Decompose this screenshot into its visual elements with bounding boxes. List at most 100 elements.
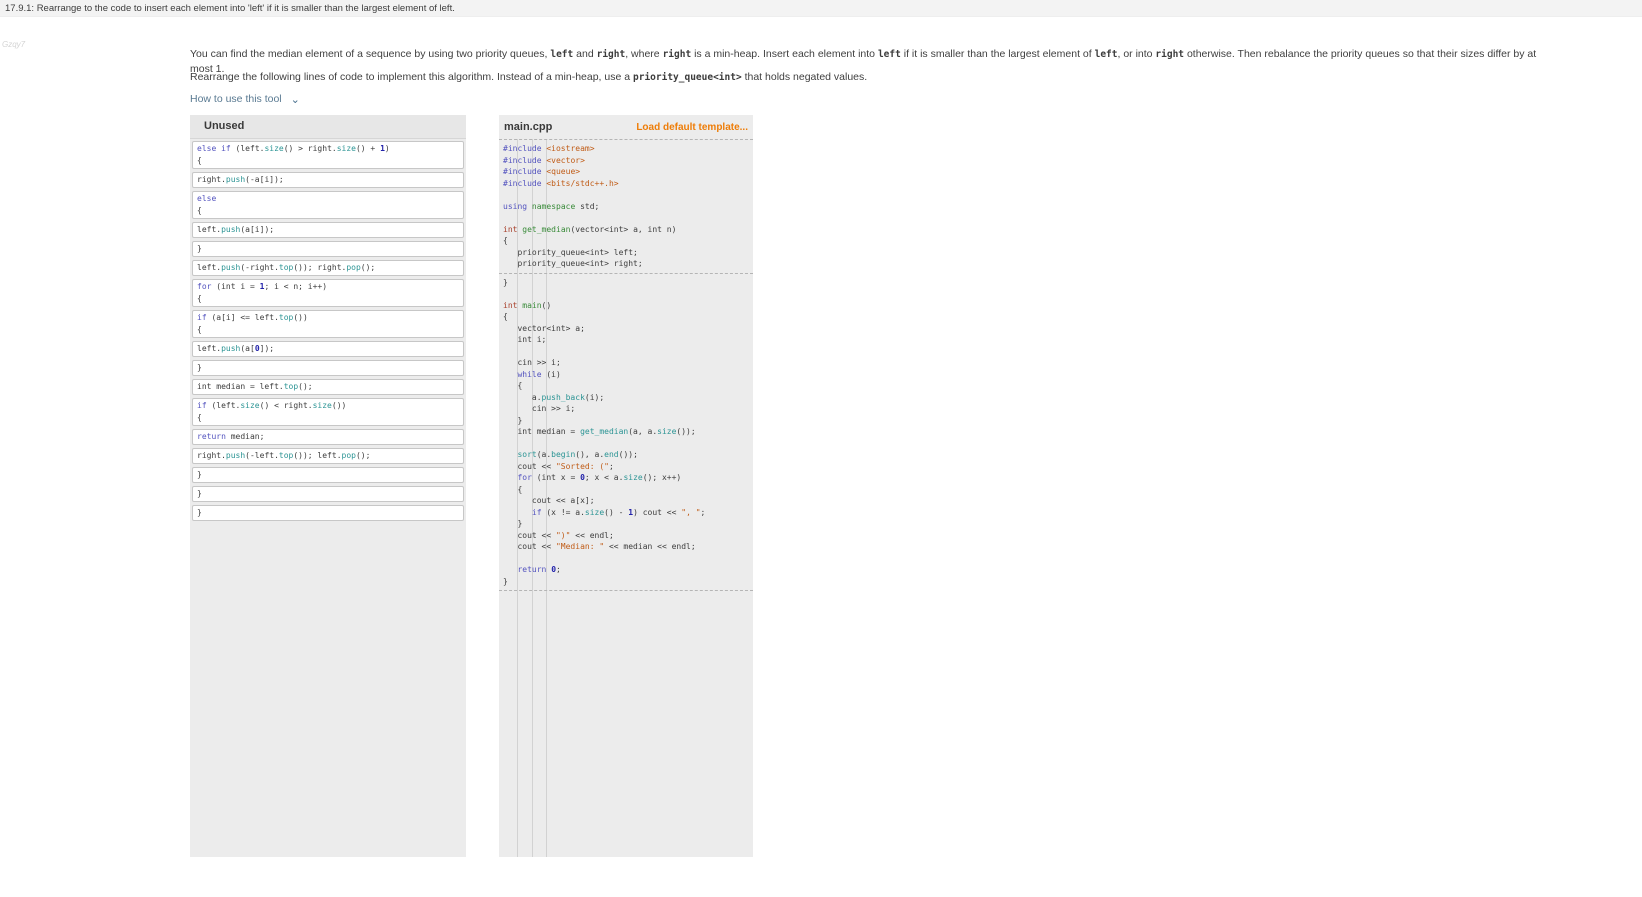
code-line: int get_median(vector<int> a, int n) xyxy=(503,224,677,234)
inline-code: priority_queue<int> xyxy=(633,72,742,83)
code-line: if (x != a.size() - 1) cout << ", "; xyxy=(531,507,706,517)
code-line: #include <vector> xyxy=(503,155,585,165)
code-line: right.push(-left.top()); left.pop(); xyxy=(197,451,371,460)
text-segment: Rearrange the following lines of code to… xyxy=(190,71,633,83)
code-line: #include <bits/stdc++.h> xyxy=(503,178,619,188)
inline-code: left xyxy=(877,49,901,60)
code-line: } xyxy=(197,363,202,372)
code-line: { xyxy=(197,413,202,422)
code-line: else xyxy=(197,194,217,203)
code-line: priority_queue<int> left; xyxy=(503,247,638,257)
code-line: if (a[i] <= left.top()) xyxy=(197,313,308,322)
code-line: using namespace std; xyxy=(503,201,600,211)
text-segment: that holds negated values. xyxy=(741,71,868,83)
code-line: priority_queue<int> right; xyxy=(503,259,643,268)
code-line: for (int x = 0; x < a.size(); x++) xyxy=(517,473,682,482)
code-line: cout << "Median: " << median << endl; xyxy=(503,542,696,551)
code-line: int median = get_median(a, a.size()); xyxy=(503,427,696,436)
unused-panel: Unused else if (left.size() > right.size… xyxy=(190,115,466,857)
exercise-page: 17.9.1: Rearrange to the code to insert … xyxy=(0,0,1642,897)
code-block[interactable]: int median = left.top(); xyxy=(192,379,464,395)
code-block[interactable]: left.push(a[i]); xyxy=(192,222,464,238)
activity-title-bar: 17.9.1: Rearrange to the code to insert … xyxy=(0,0,1642,17)
code-block[interactable]: } xyxy=(192,505,464,521)
code-line: { xyxy=(503,236,508,245)
activity-title: 17.9.1: Rearrange to the code to insert … xyxy=(5,3,455,14)
code-line: } xyxy=(503,277,508,287)
code-block[interactable]: left.push(-right.top()); right.pop(); xyxy=(192,260,464,276)
code-line: } xyxy=(503,415,523,425)
code-line: } xyxy=(197,470,202,479)
text-segment: if it is smaller than the largest elemen… xyxy=(900,48,1095,60)
code-block[interactable]: right.push(-a[i]); xyxy=(192,172,464,188)
code-line: left.push(a[0]); xyxy=(197,344,275,353)
drop-region-divider xyxy=(499,590,753,591)
editor-header: main.cpp Load default template... xyxy=(499,115,753,139)
code-block[interactable]: if (a[i] <= left.top()) { xyxy=(192,310,464,338)
code-block[interactable]: } xyxy=(192,360,464,376)
code-block[interactable]: for (int i = 1; i < n; i++) { xyxy=(192,279,464,307)
code-block[interactable]: } xyxy=(192,241,464,257)
code-line: } xyxy=(503,519,523,528)
code-block[interactable]: } xyxy=(192,486,464,502)
code-line: cout << a[x]; xyxy=(503,496,595,505)
chevron-down-icon: ⌄ xyxy=(290,94,300,106)
code-block[interactable]: if (left.size() < right.size()) { xyxy=(192,398,464,426)
code-line: { xyxy=(197,325,202,334)
code-line: sort(a.begin(), a.end()); xyxy=(517,450,638,459)
code-line: vector<int> a; xyxy=(503,323,585,333)
code-block[interactable]: return median; xyxy=(192,429,464,445)
code-line: #include <iostream> xyxy=(503,144,595,153)
code-line: left.push(-right.top()); right.pop(); xyxy=(197,263,376,272)
code-block[interactable]: else if (left.size() > right.size() + 1)… xyxy=(192,141,464,169)
watermark: Gzqy7 xyxy=(2,40,26,49)
code-line: { xyxy=(197,206,202,215)
code-line: { xyxy=(197,294,202,303)
fixed-code-section: #include <iostream> #include <vector> #inc… xyxy=(499,140,753,273)
code-block[interactable]: else { xyxy=(192,191,464,219)
code-line: else if (left.size() > right.size() + 1) xyxy=(197,144,390,153)
code-line: return median; xyxy=(197,432,265,441)
code-line: a.push_back(i); xyxy=(503,392,605,402)
code-line: { xyxy=(503,312,508,321)
code-line: { xyxy=(197,156,202,165)
code-line: cout << ")" << endl; xyxy=(503,530,614,540)
code-line: { xyxy=(503,381,523,390)
code-line: cin >> i; xyxy=(503,358,561,367)
code-line: right.push(-a[i]); xyxy=(197,175,284,184)
text-segment: You can find the median element of a seq… xyxy=(190,48,551,60)
code-line: { xyxy=(503,484,523,494)
fixed-code-section: } int main() { vector<int> a; int i; cin … xyxy=(499,274,753,591)
load-default-template-link[interactable]: Load default template... xyxy=(636,122,748,133)
code-line: } xyxy=(197,244,202,253)
editor-panel: main.cpp Load default template... #inclu… xyxy=(499,115,753,857)
code-block[interactable]: } xyxy=(192,467,464,483)
code-line: } xyxy=(197,508,202,517)
code-line: while (i) xyxy=(517,369,561,379)
code-block[interactable]: left.push(a[0]); xyxy=(192,341,464,357)
code-line: return 0; xyxy=(517,565,561,574)
code-line: int i; xyxy=(503,335,547,344)
code-line: cout << "Sorted: ("; xyxy=(503,461,614,471)
code-line: #include <queue> xyxy=(503,167,581,176)
editor-drop-area[interactable]: #include <iostream> #include <vector> #inc… xyxy=(499,139,753,857)
code-line: } xyxy=(503,576,508,586)
text-segment: is a min-heap. Insert each element into xyxy=(691,48,878,60)
unused-panel-header: Unused xyxy=(190,115,466,139)
how-to-use-label: How to use this tool xyxy=(190,93,282,105)
code-block[interactable]: right.push(-left.top()); left.pop(); xyxy=(192,448,464,464)
file-name-label: main.cpp xyxy=(504,121,553,133)
text-segment: , or into xyxy=(1117,48,1156,60)
how-to-use-toggle[interactable]: How to use this tool ⌄ xyxy=(190,92,300,106)
inline-code: right xyxy=(1155,49,1185,60)
instructions-paragraph-2: Rearrange the following lines of code to… xyxy=(190,70,1560,85)
text-segment: , where xyxy=(625,48,663,60)
code-line: int main() xyxy=(503,300,552,310)
code-line: } xyxy=(197,489,202,498)
